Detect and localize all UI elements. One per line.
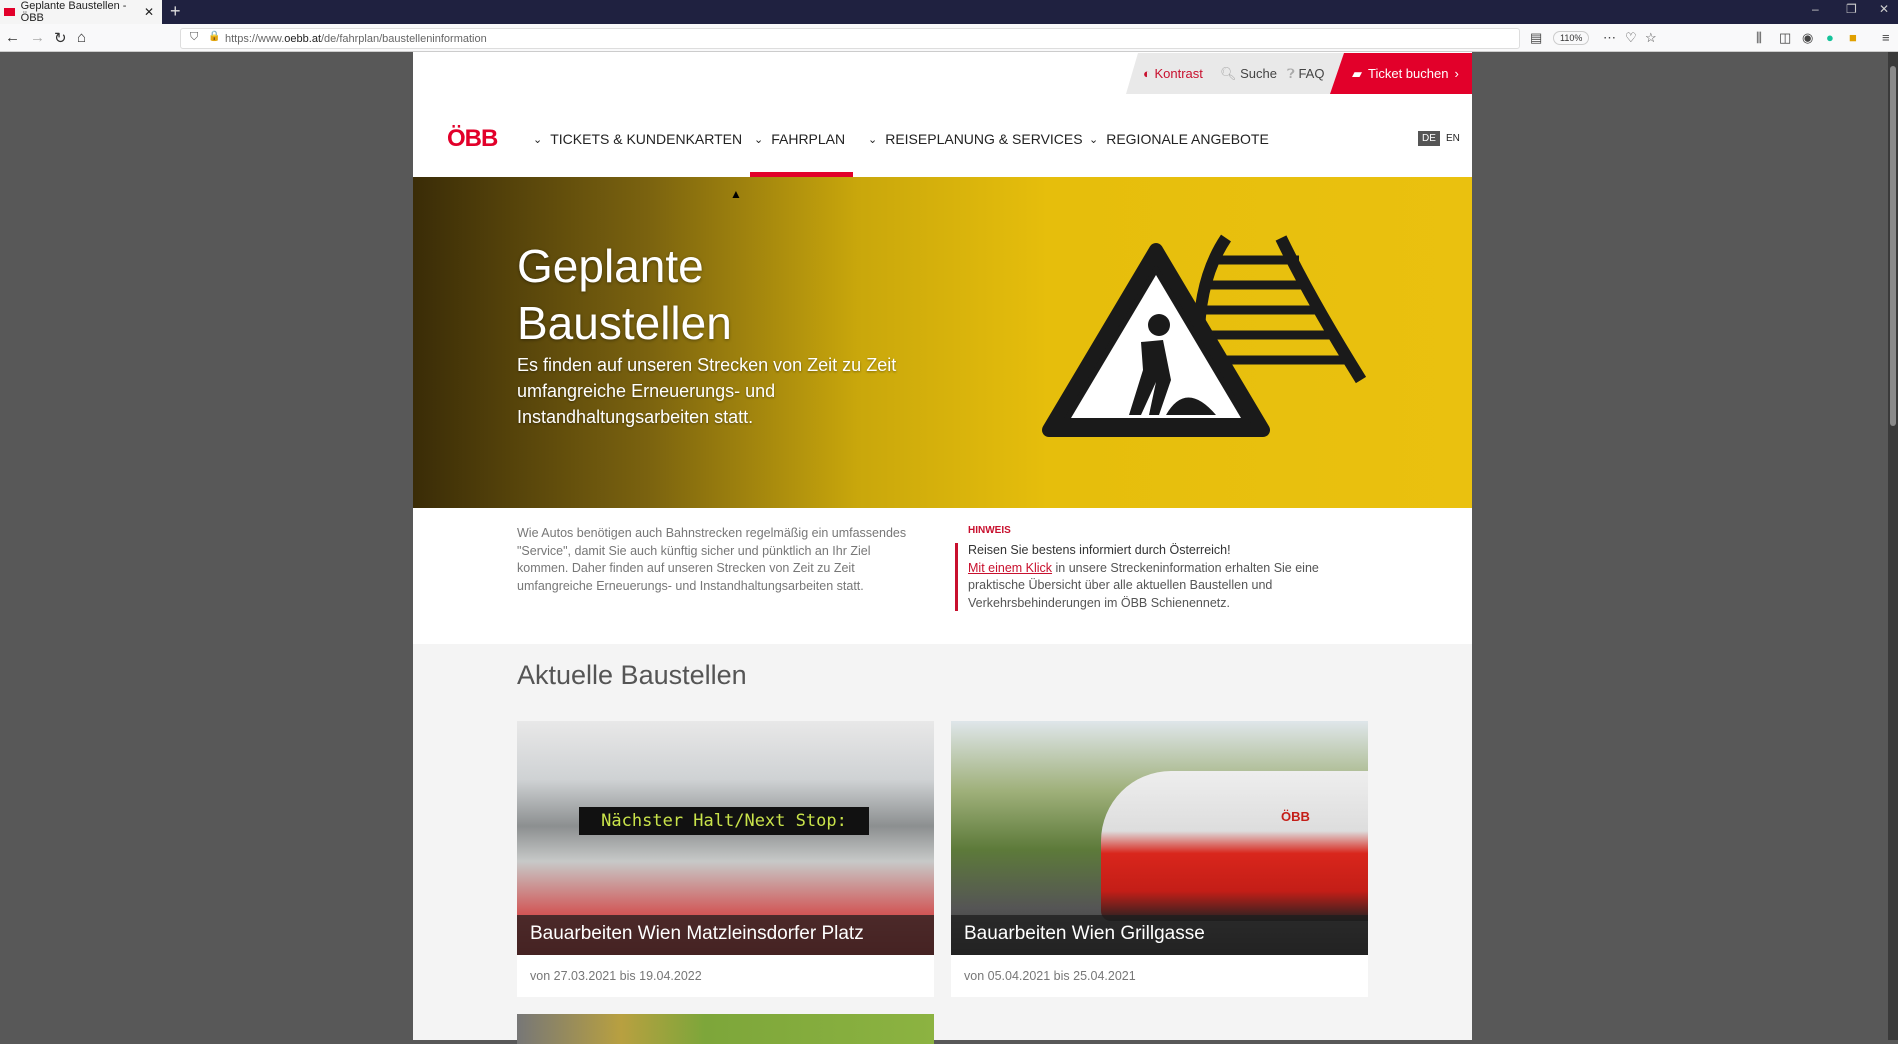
mouse-cursor-icon: ▲ xyxy=(730,187,742,201)
bookmark-star-icon[interactable]: ☆ xyxy=(1645,30,1657,46)
browser-tab-bar xyxy=(0,0,1898,24)
section-title: Aktuelle Baustellen xyxy=(517,660,747,690)
restore-icon[interactable]: ❐ xyxy=(1846,2,1857,16)
faq-label: FAQ xyxy=(1298,66,1325,81)
card-title: Bauarbeiten Wien Matzleinsdorfer Platz xyxy=(517,915,934,955)
nav-label: FAHRPLAN xyxy=(771,131,846,147)
kontrast-label: Kontrast xyxy=(1154,66,1203,81)
baustelle-card[interactable]: ÖBB Bauarbeiten Wien Grillgasse von 05.0… xyxy=(951,721,1368,997)
forward-icon[interactable]: → xyxy=(30,29,45,46)
train-logo: ÖBB xyxy=(1281,809,1310,824)
faq-link[interactable]: ❓︎ FAQ xyxy=(1287,66,1324,82)
search-icon: 🔍︎ xyxy=(1220,66,1237,81)
hinweis-accent-bar xyxy=(955,543,958,611)
nav-label: REISEPLANUNG & SERVICES xyxy=(885,131,1083,147)
close-window-icon[interactable]: ✕ xyxy=(1879,2,1889,16)
hero-subtitle: Es finden auf unseren Strecken von Zeit … xyxy=(517,355,897,427)
url-bar[interactable]: https://www. oebb.at/de/fahrplan/baustell… xyxy=(180,28,1520,49)
reader-view-icon[interactable]: ▤ xyxy=(1530,30,1542,46)
lang-en[interactable]: EN xyxy=(1446,133,1460,144)
extension-icon[interactable]: ■ xyxy=(1849,30,1857,45)
close-tab-icon[interactable]: ✕ xyxy=(144,5,154,19)
nav-tickets[interactable]: ⌄ TICKETS & KUNDENKARTEN xyxy=(533,131,742,147)
new-tab-button[interactable]: + xyxy=(170,0,181,22)
reload-icon[interactable]: ↻ xyxy=(54,29,67,47)
chevron-down-icon: ⌄ xyxy=(533,133,543,146)
library-icon[interactable]: ⫼ xyxy=(1756,30,1762,46)
url-domain: oebb.at xyxy=(284,32,321,45)
menu-icon[interactable]: ≡ xyxy=(1882,30,1890,45)
train-image xyxy=(1101,771,1368,921)
chevron-down-icon: ⌄ xyxy=(1089,133,1099,146)
ticket-icon: ▰ xyxy=(1352,65,1362,81)
zoom-level[interactable]: 110% xyxy=(1553,31,1590,45)
suche-label: Suche xyxy=(1240,66,1278,81)
tab-title: Geplante Baustellen - ÖBB xyxy=(20,0,127,24)
back-icon[interactable]: ← xyxy=(5,29,20,46)
chevron-down-icon: ⌄ xyxy=(868,133,878,146)
card-date: von 27.03.2021 bis 19.04.2022 xyxy=(530,969,702,983)
account-icon[interactable]: ◉ xyxy=(1802,30,1813,46)
pocket-icon[interactable]: ♡ xyxy=(1625,30,1637,46)
nav-label: TICKETS & KUNDENKARTEN xyxy=(550,131,743,147)
favicon-icon xyxy=(4,8,15,16)
hero-title: Geplante Baustellen xyxy=(517,240,732,349)
construction-warning-icon xyxy=(1042,234,1367,437)
hinweis-box: Reisen Sie bestens informiert durch Öste… xyxy=(968,542,1378,612)
card-title: Bauarbeiten Wien Grillgasse xyxy=(951,915,1368,955)
hinweis-headline: Reisen Sie bestens informiert durch Öste… xyxy=(968,543,1231,557)
url-prefix: https://www. xyxy=(225,32,285,45)
grammarly-icon[interactable]: ● xyxy=(1826,30,1834,45)
next-stop-display: Nächster Halt/Next Stop: xyxy=(579,807,869,835)
browser-tab[interactable]: Geplante Baustellen - ÖBB ✕ xyxy=(0,0,162,24)
scrollbar-thumb[interactable] xyxy=(1890,66,1896,426)
contrast-icon: ◐ xyxy=(1143,66,1151,81)
ticket-label: Ticket buchen xyxy=(1368,66,1449,81)
nav-label: REGIONALE ANGEBOTE xyxy=(1106,131,1269,147)
help-icon: ❓︎ xyxy=(1287,66,1295,81)
home-icon[interactable]: ⌂ xyxy=(77,29,86,46)
more-icon[interactable]: ⋯ xyxy=(1603,30,1616,46)
oebb-logo[interactable]: ÖBB xyxy=(447,125,498,153)
nav-fahrplan[interactable]: ⌄ FAHRPLAN xyxy=(754,131,845,147)
nav-reiseplanung[interactable]: ⌄ REISEPLANUNG & SERVICES xyxy=(868,131,1083,147)
lock-icon[interactable]: 🔒 xyxy=(208,31,220,42)
ticket-buchen-button[interactable]: ▰ Ticket buchen › xyxy=(1330,53,1472,94)
chevron-down-icon: ⌄ xyxy=(754,133,764,146)
minimize-icon[interactable]: – xyxy=(1812,2,1819,16)
chevron-right-icon: › xyxy=(1454,66,1459,81)
hinweis-label: HINWEIS xyxy=(968,525,1011,536)
suche-link[interactable]: 🔍︎ Suche xyxy=(1220,66,1277,82)
sidebar-icon[interactable]: ◫ xyxy=(1779,30,1791,46)
url-path: /de/fahrplan/baustelleninformation xyxy=(321,32,487,45)
shield-icon[interactable]: ⛉ xyxy=(190,31,198,44)
kontrast-link[interactable]: ◐ Kontrast xyxy=(1143,66,1203,81)
lang-de[interactable]: DE xyxy=(1418,131,1440,146)
card-date: von 05.04.2021 bis 25.04.2021 xyxy=(964,969,1136,983)
nav-regionale-angebote[interactable]: ⌄ REGIONALE ANGEBOTE xyxy=(1089,131,1269,147)
baustelle-card[interactable]: Nächster Halt/Next Stop: Bauarbeiten Wie… xyxy=(517,721,934,997)
intro-text: Wie Autos benötigen auch Bahnstrecken re… xyxy=(517,526,907,593)
streckeninformation-link[interactable]: Mit einem Klick xyxy=(968,561,1052,575)
